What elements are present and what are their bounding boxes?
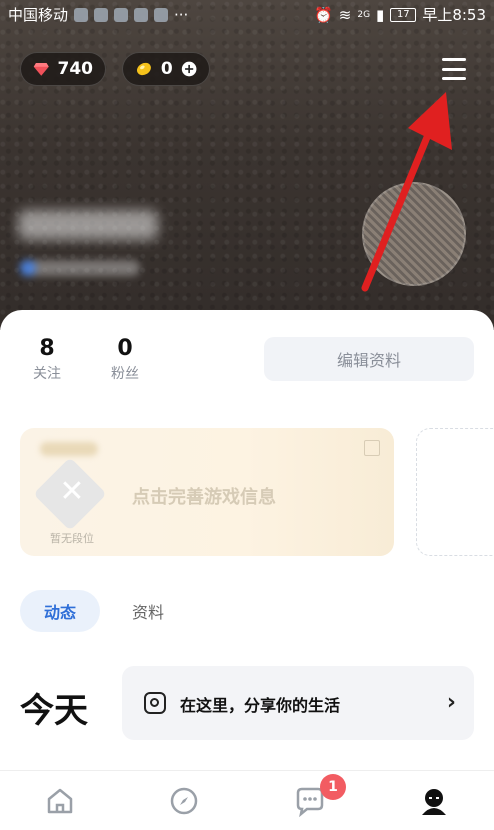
today-heading: 今天 [20, 691, 88, 731]
app-notification-icon [74, 7, 89, 22]
app-notification-icon-4 [154, 7, 169, 22]
status-bar: 中国移动 ··· ⏰ ≋ 2G ▮ 17 早上8:53 [0, 0, 494, 28]
app-notification-icon-3 [134, 7, 149, 22]
menu-icon[interactable] [442, 58, 466, 80]
following-count: 8 [39, 336, 55, 361]
bottom-navigation [0, 770, 494, 830]
rank-title-blurred [40, 442, 98, 456]
coin-balance-pill[interactable]: 0 [122, 52, 210, 86]
network-type: 2G [357, 9, 371, 20]
share-life-button[interactable]: 在这里，分享你的生活 › [122, 666, 474, 740]
user-subinfo-blurred [20, 260, 140, 276]
battery-icon: 17 [390, 7, 417, 22]
signal-icon: ▮ [376, 5, 385, 24]
coin-count: 0 [160, 59, 173, 79]
tab-profile-info[interactable]: 资料 [116, 590, 180, 632]
following-stat[interactable]: 8 关注 [22, 336, 72, 383]
profile-tab-icon[interactable] [418, 785, 450, 817]
gem-icon [33, 63, 49, 76]
gem-count: 740 [57, 59, 94, 79]
discover-icon[interactable] [168, 785, 200, 817]
crossed-swords-icon: ✕ [59, 474, 85, 509]
add-coins-icon[interactable] [181, 59, 197, 79]
no-rank-label: 暂无段位 [50, 532, 94, 545]
alarm-icon: ⏰ [314, 5, 333, 24]
followers-count: 0 [117, 336, 133, 361]
coin-icon [136, 62, 151, 76]
messages-unread-badge: 1 [320, 774, 346, 800]
share-prompt-text: 在这里，分享你的生活 [180, 696, 341, 715]
edit-profile-button[interactable]: 编辑资料 [264, 337, 474, 381]
followers-label: 粉丝 [111, 366, 139, 382]
followers-stat[interactable]: 0 粉丝 [100, 336, 150, 383]
avatar[interactable] [362, 182, 466, 286]
carrier-name: 中国移动 [8, 6, 69, 24]
clock: 早上8:53 [422, 6, 486, 24]
profile-content-card [0, 310, 494, 829]
more-notifications-icon: ··· [174, 5, 189, 24]
add-game-card-placeholder[interactable] [416, 428, 494, 556]
home-icon[interactable] [44, 785, 76, 817]
username-blurred [18, 210, 158, 240]
camera-icon [144, 692, 166, 714]
following-label: 关注 [33, 366, 61, 382]
edit-icon[interactable] [364, 440, 380, 456]
chevron-right-icon: › [446, 690, 456, 715]
game-info-card[interactable]: ✕ 暂无段位 点击完善游戏信息 [20, 428, 394, 556]
complete-game-info-prompt: 点击完善游戏信息 [132, 487, 276, 508]
gem-balance-pill[interactable]: 740 [20, 52, 106, 86]
app-notification-icon-2 [114, 7, 129, 22]
wifi-icon: ≋ [338, 5, 352, 24]
tab-moments[interactable]: 动态 [20, 590, 100, 632]
tiktok-notification-icon [94, 7, 109, 22]
